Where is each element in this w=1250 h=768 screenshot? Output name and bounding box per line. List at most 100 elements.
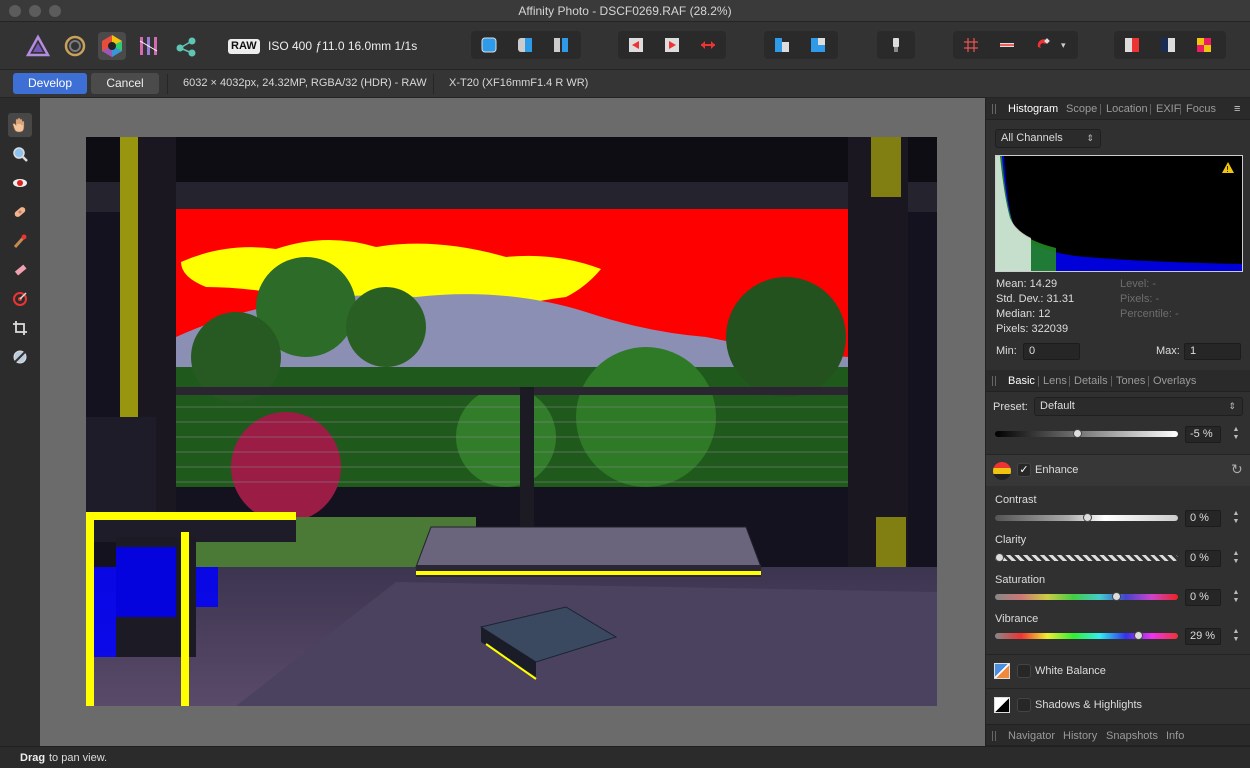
tab-overlays[interactable]: Overlays	[1153, 375, 1196, 387]
clip-shadows-icon[interactable]	[662, 35, 682, 55]
overlay-erase-tool-icon[interactable]	[8, 258, 32, 282]
panel-grip[interactable]	[992, 731, 996, 741]
vibrance-value[interactable]: 29 %	[1185, 628, 1221, 645]
chevron-updown-icon: ⇕	[1086, 133, 1094, 143]
export-persona-icon[interactable]	[172, 32, 200, 60]
liquify-persona-icon[interactable]	[61, 32, 89, 60]
exposure-slider[interactable]	[995, 431, 1178, 437]
overlay-gradient-tool-icon[interactable]	[8, 287, 32, 311]
red-eye-tool-icon[interactable]	[8, 171, 32, 195]
divider	[167, 74, 168, 94]
vibrance-stepper-icon[interactable]: ▲ ▼	[1231, 628, 1241, 645]
clarity-slider[interactable]	[995, 555, 1178, 561]
status-bar: Drag to pan view.	[0, 746, 1250, 768]
clarity-stepper-icon[interactable]: ▲ ▼	[1231, 550, 1241, 567]
clarity-value[interactable]: 0 %	[1185, 550, 1221, 567]
split-vertical-icon[interactable]	[808, 35, 828, 55]
tab-lens[interactable]: Lens	[1043, 375, 1067, 387]
panel-menu-icon[interactable]: ≡	[1234, 103, 1240, 115]
panel-toggle-group	[1114, 31, 1226, 59]
snapping-magnet-icon[interactable]	[1033, 35, 1053, 55]
saturation-stepper-icon[interactable]: ▲ ▼	[1231, 589, 1241, 606]
tone-mapping-persona-icon[interactable]	[135, 32, 163, 60]
exposure-value[interactable]: -5 %	[1185, 426, 1221, 443]
tab-tones[interactable]: Tones	[1116, 375, 1145, 387]
white-balance-title: White Balance	[1035, 665, 1106, 677]
tab-exif[interactable]: EXIF	[1156, 103, 1180, 115]
crop-tool-icon[interactable]	[8, 316, 32, 340]
tab-location[interactable]: Location	[1106, 103, 1148, 115]
vibrance-label: Vibrance	[995, 613, 1039, 625]
tab-snapshots[interactable]: Snapshots	[1106, 730, 1158, 742]
tab-divider: |	[1179, 103, 1182, 115]
overlay-paint-tool-icon[interactable]	[8, 229, 32, 253]
contrast-slider-knob[interactable]	[1082, 513, 1092, 522]
split-horizontal-icon[interactable]	[772, 35, 792, 55]
clarity-slider-knob[interactable]	[994, 553, 1004, 562]
white-balance-section: White Balance	[986, 654, 1250, 686]
reset-icon[interactable]: ↻	[1231, 461, 1243, 478]
shadows-highlights-title: Shadows & Highlights	[1035, 699, 1143, 711]
tab-basic[interactable]: Basic	[1008, 375, 1035, 387]
guides-icon[interactable]	[997, 35, 1017, 55]
toggle-left-panel-icon[interactable]	[1122, 35, 1142, 55]
grid-icon[interactable]	[961, 35, 981, 55]
contrast-value[interactable]: 0 %	[1185, 510, 1221, 527]
tab-scope[interactable]: Scope	[1066, 103, 1097, 115]
brush-mask-icon[interactable]	[886, 35, 906, 55]
channel-dropdown[interactable]: All Channels ⇕	[995, 129, 1101, 148]
shadows-highlights-checkbox[interactable]	[1017, 698, 1031, 712]
min-input[interactable]: 0	[1023, 343, 1080, 360]
tab-histogram[interactable]: Histogram	[1008, 103, 1058, 115]
exposure-stepper-icon[interactable]: ▲ ▼	[1231, 426, 1241, 443]
color-panel-icon[interactable]	[1194, 35, 1214, 55]
preset-value: Default	[1040, 400, 1075, 412]
clip-tones-icon[interactable]	[698, 35, 718, 55]
tab-details[interactable]: Details	[1074, 375, 1108, 387]
preset-label: Preset:	[993, 401, 1028, 413]
tab-focus[interactable]: Focus	[1186, 103, 1216, 115]
histogram-graph: !	[995, 155, 1243, 272]
split-compare-group	[764, 31, 838, 59]
snapping-dropdown-icon[interactable]: ▾	[1061, 35, 1073, 55]
saturation-value[interactable]: 0 %	[1185, 589, 1221, 606]
panel-grip[interactable]	[992, 376, 996, 386]
white-balance-checkbox[interactable]	[1017, 664, 1031, 678]
view-mirror-icon[interactable]	[551, 35, 571, 55]
blemish-removal-tool-icon[interactable]	[8, 200, 32, 224]
develop-persona-icon[interactable]	[98, 32, 126, 60]
tab-divider: |	[1147, 375, 1150, 387]
clip-highlights-icon[interactable]	[626, 35, 646, 55]
photo-persona-icon[interactable]	[24, 32, 52, 60]
preset-dropdown[interactable]: Default ⇕	[1034, 397, 1243, 416]
saturation-slider-knob[interactable]	[1111, 592, 1121, 601]
toggle-right-panel-icon[interactable]	[1158, 35, 1178, 55]
exif-summary: ISO 400 ƒ11.0 16.0mm 1/1s	[268, 39, 418, 53]
view-tool-hand-icon[interactable]	[8, 113, 32, 137]
enhance-icon	[993, 462, 1011, 480]
white-balance-picker-icon[interactable]	[8, 345, 32, 369]
raw-photo-preview[interactable]	[86, 137, 937, 706]
title-bar: Affinity Photo - DSCF0269.RAF (28.2%)	[0, 0, 1250, 22]
cancel-button[interactable]: Cancel	[91, 73, 159, 94]
zoom-tool-icon[interactable]	[8, 142, 32, 166]
saturation-slider[interactable]	[995, 594, 1178, 600]
stat-pixels: Pixels: 322039	[996, 323, 1069, 335]
stat-pixels-selected: Pixels: -	[1120, 293, 1160, 305]
chevron-updown-icon: ⇕	[1228, 401, 1236, 411]
contrast-stepper-icon[interactable]: ▲ ▼	[1231, 510, 1241, 527]
tab-info[interactable]: Info	[1166, 730, 1184, 742]
vibrance-slider[interactable]	[995, 633, 1178, 639]
develop-button[interactable]: Develop	[13, 73, 87, 94]
tab-divider: |	[1149, 103, 1152, 115]
canvas[interactable]	[40, 98, 985, 746]
tab-navigator[interactable]: Navigator	[1008, 730, 1055, 742]
vibrance-slider-knob[interactable]	[1133, 631, 1143, 640]
tab-history[interactable]: History	[1063, 730, 1097, 742]
view-single-icon[interactable]	[479, 35, 499, 55]
panel-grip[interactable]	[992, 104, 996, 114]
enhance-checkbox[interactable]: ✓	[1017, 463, 1031, 477]
max-input[interactable]: 1	[1184, 343, 1241, 360]
right-panel: Histogram Scope | Location | EXIF | Focu…	[985, 98, 1250, 746]
view-split-icon[interactable]	[515, 35, 535, 55]
